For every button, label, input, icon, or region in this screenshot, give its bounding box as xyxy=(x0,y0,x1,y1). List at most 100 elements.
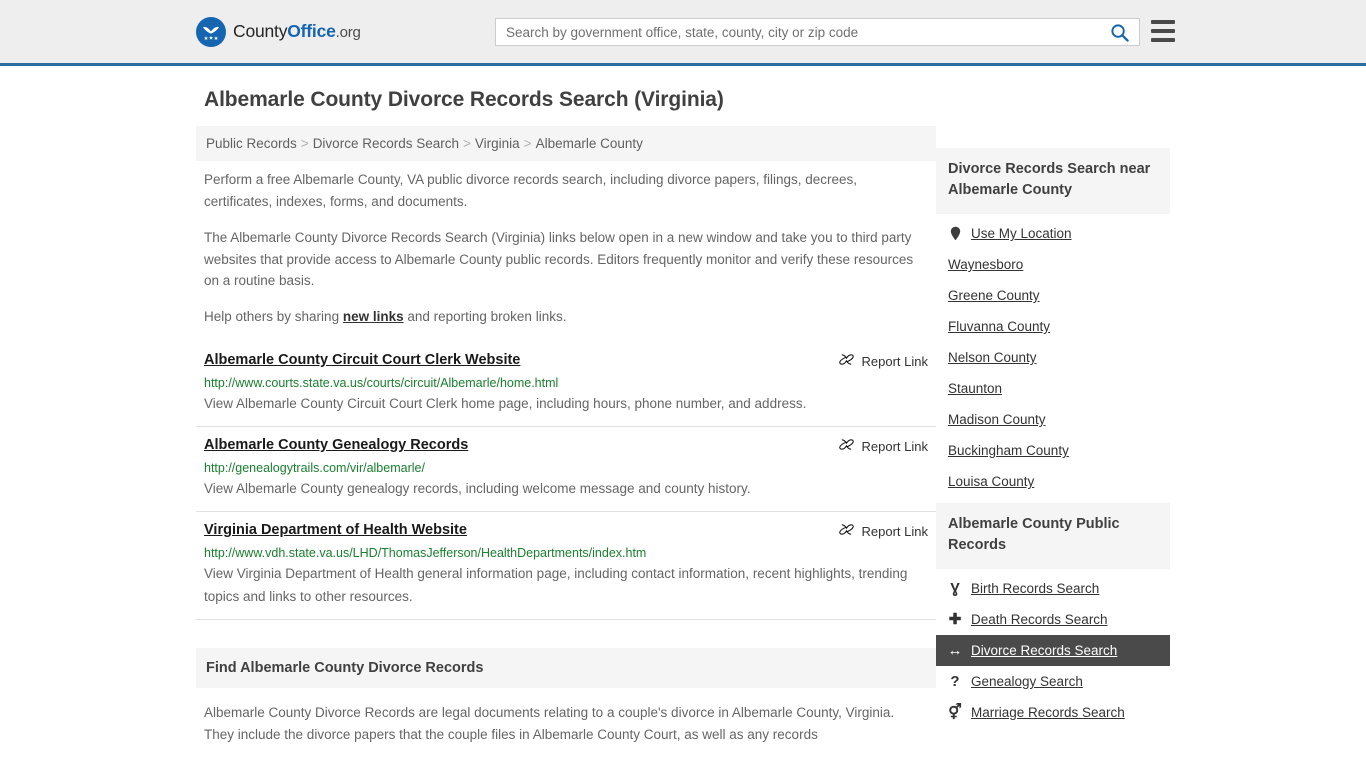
result-url: http://genealogytrails.com/vir/albemarle… xyxy=(204,460,425,475)
cross-icon: ✚ xyxy=(948,611,962,629)
sidebar-nearby-link[interactable]: Nelson County xyxy=(948,350,1037,365)
page-container: Albemarle County Divorce Records Search … xyxy=(0,88,1366,747)
broken-link-icon xyxy=(838,352,854,370)
sidebar-record-item[interactable]: ✚ Death Records Search xyxy=(936,604,1170,635)
sidebar-record-item[interactable]: ? Genealogy Search xyxy=(936,666,1170,697)
sidebar-record-item[interactable]: Ɣ Birth Records Search xyxy=(936,573,1170,604)
search-bar[interactable] xyxy=(495,18,1140,46)
result-header: Albemarle County Circuit Court Clerk Web… xyxy=(204,351,928,371)
find-records-paragraph: Albemarle County Divorce Records are leg… xyxy=(204,704,895,743)
sidebar-record-item[interactable]: ⚥ Marriage Records Search xyxy=(936,697,1170,728)
find-records-body: Albemarle County Divorce Records are leg… xyxy=(196,702,936,747)
sidebar-nearby-list: Use My Location Waynesboro Greene County Fl… xyxy=(936,214,1170,497)
search-icon xyxy=(1111,23,1129,42)
sidebar-record-link[interactable]: Birth Records Search xyxy=(971,581,1099,596)
site-header: CountyOffice.org xyxy=(0,0,1366,66)
male-female-icon: ⚥ xyxy=(948,704,962,722)
breadcrumb-separator: > xyxy=(463,136,471,151)
report-link-label: Report Link xyxy=(861,438,928,454)
result-title-link[interactable]: Albemarle County Circuit Court Clerk Web… xyxy=(204,351,520,371)
eagle-stars-logo-icon xyxy=(196,16,226,47)
report-link-button[interactable]: Report Link xyxy=(838,352,928,370)
brand-wordmark: CountyOffice.org xyxy=(233,21,361,42)
broken-link-icon xyxy=(838,437,854,455)
result-title-link[interactable]: Virginia Department of Health Website xyxy=(204,521,467,541)
result-header: Albemarle County Genealogy Records Report… xyxy=(204,436,928,456)
help-suffix: and reporting broken links. xyxy=(403,309,567,325)
breadcrumb-item[interactable]: Divorce Records Search xyxy=(313,136,459,151)
sidebar-public-records-heading: Albemarle County Public Records xyxy=(936,503,1170,570)
hamburger-bar xyxy=(1151,20,1175,24)
sidebar-nearby-item[interactable]: Waynesboro xyxy=(936,249,1170,280)
hamburger-menu-icon[interactable] xyxy=(1151,20,1175,42)
result-description: View Virginia Department of Health gener… xyxy=(204,566,908,605)
sidebar-record-link[interactable]: Marriage Records Search xyxy=(971,705,1125,720)
question-mark-icon: ? xyxy=(950,673,960,691)
main-column: Public Records > Divorce Records Search > Vi… xyxy=(196,126,936,747)
sidebar-nearby-item[interactable]: Buckingham County xyxy=(936,435,1170,466)
help-paragraph: Help others by sharing new links and rep… xyxy=(204,306,914,328)
hamburger-bar xyxy=(1151,38,1175,42)
sidebar-record-link[interactable]: Genealogy Search xyxy=(971,674,1083,689)
sidebar-nearby-link[interactable]: Use My Location xyxy=(971,226,1072,241)
search-input[interactable] xyxy=(496,24,1106,40)
sidebar-nearby-link[interactable]: Greene County xyxy=(948,288,1040,303)
search-button[interactable] xyxy=(1106,23,1139,42)
sidebar-nearby-item[interactable]: Madison County xyxy=(936,404,1170,435)
result-item: Virginia Department of Health Website Rep… xyxy=(196,512,936,620)
intro-paragraph-1: Perform a free Albemarle County, VA publ… xyxy=(204,172,858,209)
sidebar-nearby-heading: Divorce Records Search near Albemarle Co… xyxy=(936,148,1170,215)
left-right-arrow-icon: ↔ xyxy=(947,642,963,660)
find-records-heading: Find Albemarle County Divorce Records xyxy=(196,647,936,688)
breadcrumb-separator: > xyxy=(300,136,309,151)
broken-link-icon xyxy=(838,524,854,535)
sidebar-record-item[interactable]: ↔ Divorce Records Search xyxy=(936,635,1170,667)
broken-link-icon xyxy=(838,354,854,365)
sidebar-nearby-item[interactable]: Greene County xyxy=(936,280,1170,311)
result-item: Albemarle County Genealogy Records Report… xyxy=(196,427,936,513)
breadcrumb-item: Albemarle County xyxy=(535,136,643,151)
site-logo[interactable]: CountyOffice.org xyxy=(196,16,361,47)
brand-part-office: Office xyxy=(287,21,336,41)
page-title: Albemarle County Divorce Records Search … xyxy=(204,88,724,111)
map-pin-icon xyxy=(948,226,962,241)
hamburger-bar xyxy=(1151,29,1175,33)
sidebar-public-records-box: Albemarle County Public Records Ɣ Birth R… xyxy=(936,503,1170,728)
intro-paragraph-2: The Albemarle County Divorce Records Sea… xyxy=(204,229,914,289)
results-list: Albemarle County Circuit Court Clerk Web… xyxy=(196,342,936,620)
sidebar-record-link[interactable]: Death Records Search xyxy=(971,612,1108,627)
breadcrumb-separator: > xyxy=(523,136,532,151)
breadcrumb-item[interactable]: Public Records xyxy=(206,136,297,151)
find-records-section: Find Albemarle County Divorce Records Al… xyxy=(196,647,936,747)
sidebar-nearby-link[interactable]: Staunton xyxy=(948,381,1002,396)
sidebar-nearby-link[interactable]: Fluvanna County xyxy=(948,319,1050,334)
breadcrumb: Public Records > Divorce Records Search > Vi… xyxy=(196,126,936,161)
sidebar-nearby-item[interactable]: Fluvanna County xyxy=(936,311,1170,342)
result-url: http://www.vdh.state.va.us/LHD/ThomasJef… xyxy=(204,545,647,560)
sidebar-nearby-link[interactable]: Waynesboro xyxy=(948,257,1023,272)
brand-part-org: .org xyxy=(335,24,361,41)
intro-text: Perform a free Albemarle County, VA publ… xyxy=(196,169,936,328)
brand-part-county: County xyxy=(233,21,288,41)
help-prefix: Help others by sharing xyxy=(204,309,343,325)
content-row: Public Records > Divorce Records Search > Vi… xyxy=(196,126,1170,747)
result-description: View Albemarle County Circuit Court Cler… xyxy=(204,396,807,412)
sidebar-public-records-list: Ɣ Birth Records Search ✚ Death Records Sear… xyxy=(936,569,1170,728)
sidebar-nearby-item[interactable]: Louisa County xyxy=(936,466,1170,497)
sidebar-nearby-link[interactable]: Buckingham County xyxy=(948,443,1069,458)
breadcrumb-item[interactable]: Virginia xyxy=(475,136,520,151)
result-title-link[interactable]: Albemarle County Genealogy Records xyxy=(204,436,468,456)
sidebar-record-link[interactable]: Divorce Records Search xyxy=(971,643,1117,658)
sidebar-nearby-item[interactable]: Staunton xyxy=(936,373,1170,404)
new-links-link[interactable]: new links xyxy=(343,309,404,324)
sidebar: Divorce Records Search near Albemarle Co… xyxy=(936,126,1170,747)
report-link-button[interactable]: Report Link xyxy=(838,522,928,540)
sidebar-nearby-link[interactable]: Louisa County xyxy=(948,474,1034,489)
sidebar-nearby-link[interactable]: Madison County xyxy=(948,412,1046,427)
broken-link-icon xyxy=(838,522,854,540)
report-link-button[interactable]: Report Link xyxy=(838,437,928,455)
baby-icon: Ɣ xyxy=(950,580,960,598)
sidebar-nearby-item[interactable]: Nelson County xyxy=(936,342,1170,373)
sidebar-nearby-item[interactable]: Use My Location xyxy=(936,218,1170,249)
result-item: Albemarle County Circuit Court Clerk Web… xyxy=(196,342,936,428)
